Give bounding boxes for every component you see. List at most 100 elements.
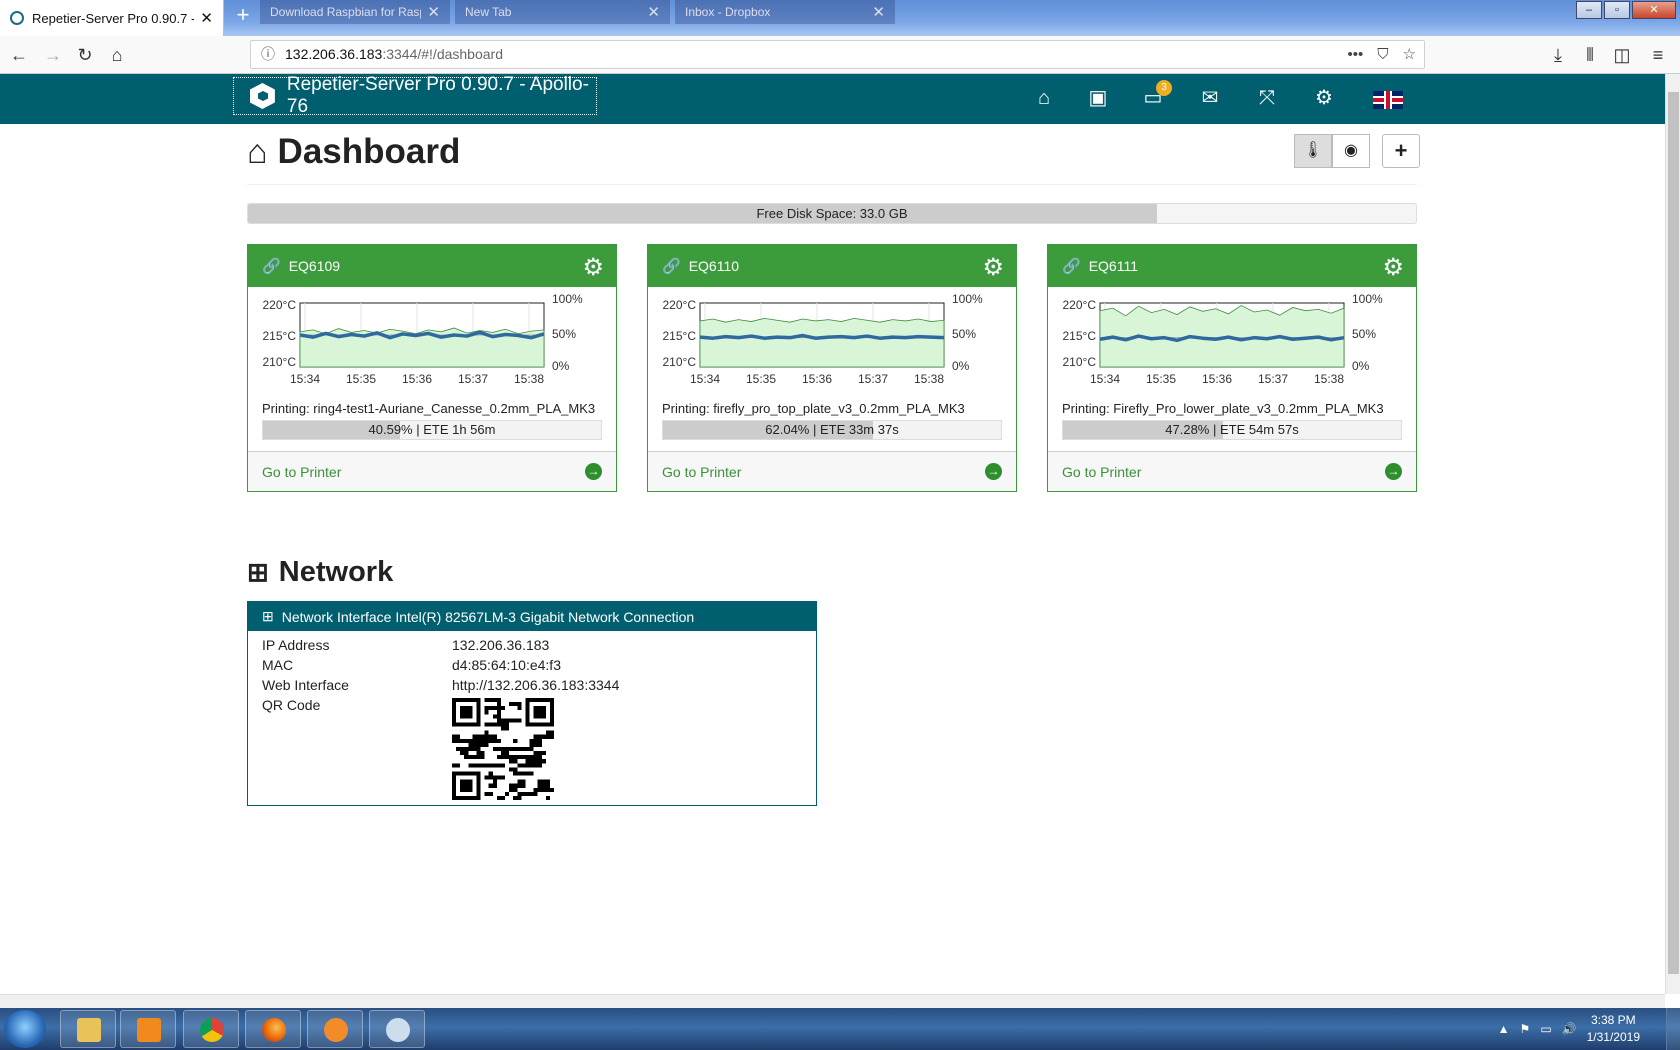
menu-icon[interactable]: ≡ — [1645, 42, 1671, 68]
network-section-title: ⊞ Network — [247, 556, 393, 589]
web-interface-value[interactable]: http://132.206.36.183:3344 — [452, 677, 619, 693]
printer-card-header[interactable]: 🔗 EQ6111 ⚙ — [1048, 245, 1416, 287]
qr-module — [488, 771, 493, 776]
home-icon[interactable]: ⌂ — [104, 42, 130, 68]
app-brand[interactable]: Repetier-Server Pro 0.90.7 - Apollo-76 — [233, 74, 597, 117]
qr-module — [545, 730, 550, 735]
printer-name[interactable]: EQ6110 — [689, 258, 739, 274]
qr-module — [537, 763, 542, 768]
y-right-tick-label: 100% — [1352, 292, 1383, 306]
sidebar-icon[interactable]: ◫ — [1609, 42, 1635, 68]
close-tab-icon[interactable]: ✕ — [872, 3, 885, 21]
printer-settings-gear-icon[interactable]: ⚙ — [582, 253, 604, 282]
network-icon[interactable]: ▭ — [1540, 1022, 1551, 1036]
envelope-icon[interactable]: ✉ — [1195, 84, 1225, 112]
qr-code-label: QR Code — [262, 697, 321, 713]
taskbar-explorer[interactable] — [60, 1010, 116, 1048]
qr-module — [496, 698, 501, 703]
pocket-icon[interactable]: ⛉ — [1377, 41, 1388, 68]
url-host: 132.206.36.183 — [285, 46, 383, 62]
system-clock[interactable]: 3:38 PM 1/31/2019 — [1587, 1012, 1640, 1046]
taskbar-firefox[interactable] — [245, 1010, 301, 1048]
browser-tab[interactable]: New Tab ✕ — [455, 0, 670, 24]
qr-module — [537, 734, 542, 739]
volume-icon[interactable]: 🔊 — [1562, 1022, 1577, 1036]
add-button[interactable]: + — [1382, 134, 1420, 168]
browser-tab-active[interactable]: Repetier-Server Pro 0.90.7 - Apollo-76 ✕ — [0, 0, 224, 36]
scrollbar-thumb[interactable] — [1668, 92, 1679, 974]
minimize-button[interactable]: – — [1576, 1, 1602, 19]
printer-card-header[interactable]: 🔗 EQ6109 ⚙ — [248, 245, 616, 287]
go-to-printer-link[interactable]: Go to Printer → — [1048, 451, 1416, 491]
x-tick-label: 15:37 — [458, 372, 488, 386]
temperature-chart: 15:34 15:35 15:36 15:37 15:38 220°C 215°C 210°C… — [1048, 287, 1416, 399]
forward-arrow-icon[interactable]: → — [40, 42, 66, 68]
back-arrow-icon[interactable]: ← — [6, 42, 32, 68]
printer-name[interactable]: EQ6109 — [289, 258, 340, 274]
qr-module — [496, 795, 501, 800]
printer-card-header[interactable]: 🔗 EQ6110 ⚙ — [648, 245, 1016, 287]
settings-gear-icon[interactable]: ⚙ — [1309, 84, 1339, 112]
brand-title: Repetier-Server Pro 0.90.7 - Apollo-76 — [286, 74, 589, 117]
action-center-flag-icon[interactable]: ⚑ — [1520, 1022, 1531, 1036]
qr-module — [513, 738, 518, 743]
repetier-favicon-icon — [10, 11, 24, 25]
webcam-view-button[interactable]: ◉ — [1332, 134, 1370, 168]
taskbar-chrome[interactable] — [183, 1010, 239, 1048]
printer-name[interactable]: EQ6111 — [1089, 258, 1138, 274]
fullscreen-icon[interactable]: ⤧ — [1252, 84, 1282, 112]
qr-module — [529, 771, 534, 776]
dashboard-title-text: Dashboard — [277, 132, 461, 171]
output-power-area — [699, 317, 945, 368]
printer-card: 🔗 EQ6109 ⚙ 15:34 15:35 15:36 15:37 15:38 220°… — [247, 244, 617, 492]
qr-module — [509, 767, 514, 772]
go-to-printer-link[interactable]: Go to Printer → — [648, 451, 1016, 491]
qr-module — [500, 746, 506, 752]
network-interface-card: ⊞ Network Interface Intel(R) 82567LM-3 G… — [247, 601, 817, 806]
bookmark-star-icon[interactable]: ☆ — [1403, 41, 1416, 68]
arrow-right-circle-icon: → — [1385, 463, 1402, 480]
qr-module — [517, 779, 522, 784]
clock-time: 3:38 PM — [1590, 1013, 1636, 1027]
start-button[interactable] — [4, 1010, 46, 1048]
tray-expand-icon[interactable]: ▲ — [1498, 1022, 1510, 1036]
library-icon[interactable]: ⫴ — [1577, 42, 1603, 68]
home-icon[interactable]: ⌂ — [1029, 84, 1059, 112]
printer-settings-gear-icon[interactable]: ⚙ — [982, 253, 1004, 282]
qr-module — [517, 755, 522, 760]
repetier-logo-icon — [250, 83, 275, 109]
temperature-chart-svg: 15:34 15:35 15:36 15:37 15:38 220°C 215°C 210°C… — [663, 292, 984, 386]
site-info-icon[interactable]: ⓘ — [261, 41, 275, 68]
vertical-scrollbar[interactable] — [1665, 74, 1680, 994]
reload-icon[interactable]: ↻ — [72, 42, 98, 68]
new-tab-button[interactable]: + — [232, 4, 254, 28]
uk-flag-language-icon[interactable] — [1373, 91, 1403, 109]
page-actions-icon[interactable]: ••• — [1348, 41, 1364, 68]
qr-module — [500, 751, 506, 756]
address-bar[interactable]: ⓘ 132.206.36.183:3344/#!/dashboard ••• ⛉… — [250, 40, 1425, 69]
close-tab-icon[interactable]: ✕ — [647, 3, 660, 21]
close-window-button[interactable]: ✕ — [1632, 1, 1676, 19]
horizontal-scrollbar[interactable] — [0, 994, 1665, 1008]
qr-module — [529, 759, 534, 764]
close-tab-icon[interactable]: ✕ — [427, 3, 440, 21]
qr-module — [525, 759, 530, 764]
taskbar-media-player[interactable] — [120, 1010, 176, 1048]
browser-tab[interactable]: Download Raspbian for Raspberry Pi ✕ — [260, 0, 450, 24]
maximize-button[interactable]: ▫ — [1604, 1, 1630, 19]
downloads-icon[interactable]: ⤓ — [1545, 42, 1571, 68]
printers-icon[interactable]: ▭ 3 — [1138, 80, 1172, 112]
go-to-printer-link[interactable]: Go to Printer → — [248, 451, 616, 491]
show-desktop-button[interactable] — [1666, 1008, 1680, 1050]
qr-module — [496, 702, 501, 707]
printer-settings-gear-icon[interactable]: ⚙ — [1382, 253, 1404, 282]
taskbar-paint[interactable] — [369, 1010, 425, 1048]
link-icon: 🔗 — [262, 258, 281, 275]
taskbar-slicer[interactable] — [307, 1010, 363, 1048]
x-tick-label: 15:38 — [514, 372, 544, 386]
thermometer-view-button[interactable]: 🌡 — [1294, 134, 1332, 168]
qr-module — [492, 722, 497, 727]
browser-tab[interactable]: Inbox - Dropbox ✕ — [675, 0, 895, 24]
archive-icon[interactable]: ▣ — [1083, 84, 1113, 112]
close-tab-icon[interactable]: ✕ — [200, 9, 213, 27]
